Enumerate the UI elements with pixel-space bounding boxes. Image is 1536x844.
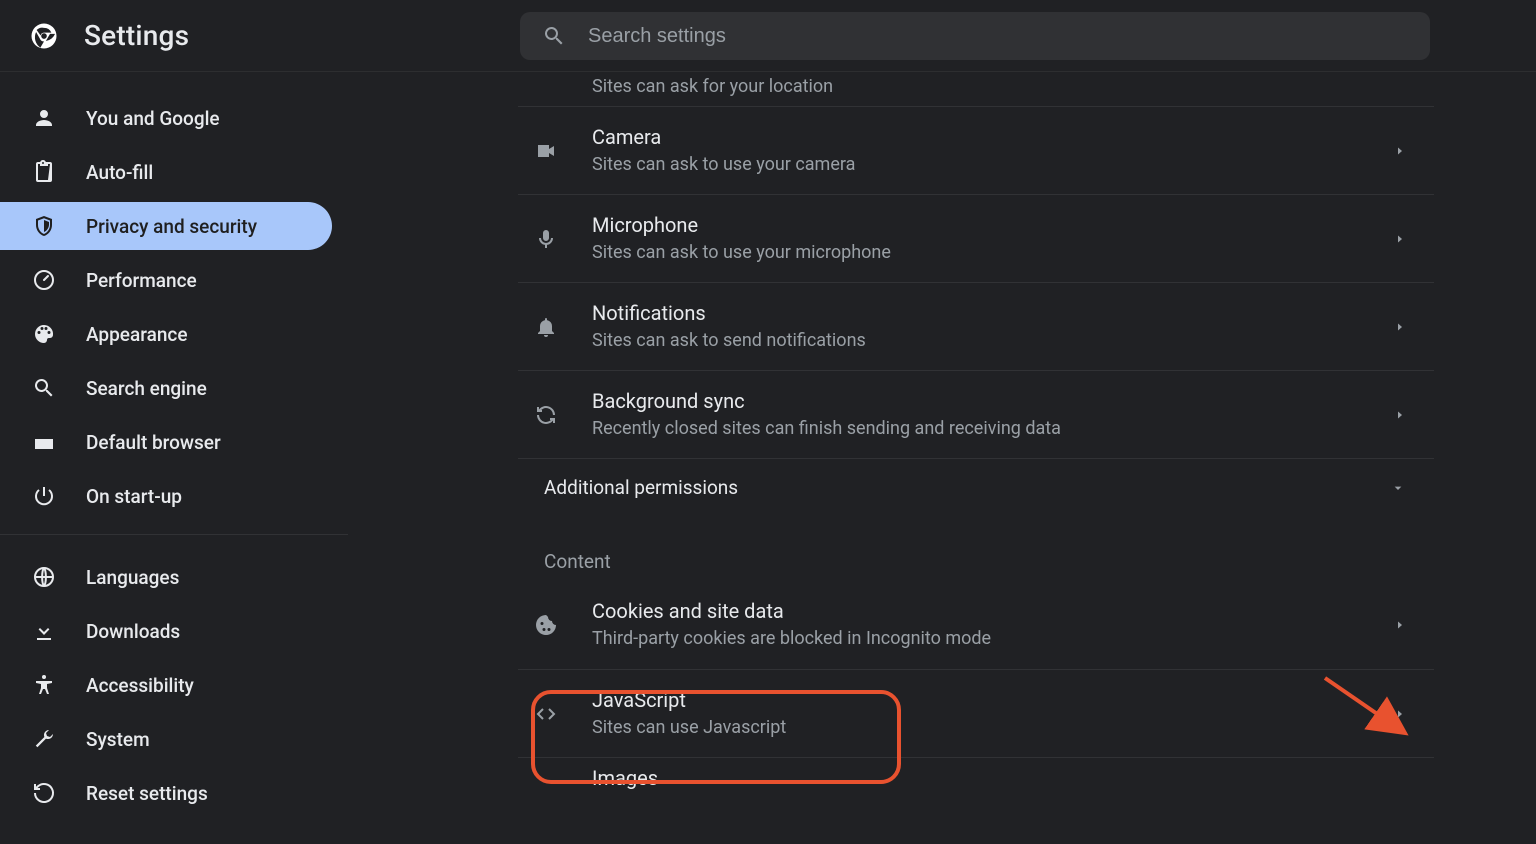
sidebar-item-label: Reset settings: [86, 782, 208, 805]
setting-title: Images: [592, 765, 1406, 791]
setting-subtitle: Recently closed sites can finish sending…: [592, 416, 1394, 442]
setting-title: JavaScript: [592, 687, 1394, 713]
person-icon: [32, 106, 56, 130]
setting-row-cookies[interactable]: Cookies and site data Third-party cookie…: [518, 581, 1434, 669]
sidebar-item-label: On start-up: [86, 485, 182, 508]
setting-row-microphone[interactable]: Microphone Sites can ask to use your mic…: [518, 194, 1434, 282]
setting-subtitle: Sites can ask to use your camera: [592, 152, 1394, 178]
chevron-right-icon: [1394, 145, 1406, 157]
setting-row-javascript[interactable]: JavaScript Sites can use Javascript: [518, 669, 1434, 757]
chevron-down-icon: [1390, 480, 1406, 496]
search-icon: [542, 24, 566, 48]
chrome-logo-icon: [28, 20, 60, 52]
sidebar-item-label: You and Google: [86, 107, 220, 130]
page-title: Settings: [84, 19, 189, 52]
expander-label: Additional permissions: [544, 476, 1390, 499]
sidebar-item-label: Languages: [86, 566, 179, 589]
setting-title: Camera: [592, 124, 1394, 150]
setting-subtitle: Sites can ask for your location: [592, 74, 1406, 100]
chevron-right-icon: [1394, 321, 1406, 333]
sidebar-item-label: Appearance: [86, 323, 188, 346]
location-icon: [534, 72, 558, 96]
additional-permissions-expander[interactable]: Additional permissions: [518, 458, 1434, 516]
setting-row-notifications[interactable]: Notifications Sites can ask to send noti…: [518, 282, 1434, 370]
setting-row-location[interactable]: Sites can ask for your location: [518, 72, 1434, 106]
sidebar-item-downloads[interactable]: Downloads: [0, 607, 348, 655]
shield-icon: [32, 214, 56, 238]
setting-title: Notifications: [592, 300, 1394, 326]
sidebar-item-label: Auto-fill: [86, 161, 153, 184]
sidebar-item-system[interactable]: System: [0, 715, 348, 763]
code-icon: [534, 702, 558, 726]
sidebar-item-appearance[interactable]: Appearance: [0, 310, 348, 358]
reset-icon: [32, 781, 56, 805]
setting-subtitle: Third-party cookies are blocked in Incog…: [592, 626, 1394, 652]
sidebar-item-you-and-google[interactable]: You and Google: [0, 94, 348, 142]
sidebar-item-default-browser[interactable]: Default browser: [0, 418, 348, 466]
chevron-right-icon: [1394, 619, 1406, 631]
setting-title: Microphone: [592, 212, 1394, 238]
sidebar-item-autofill[interactable]: Auto-fill: [0, 148, 348, 196]
search-icon: [32, 376, 56, 400]
chevron-right-icon: [1394, 233, 1406, 245]
accessibility-icon: [32, 673, 56, 697]
globe-icon: [32, 565, 56, 589]
wrench-icon: [32, 727, 56, 751]
sidebar: You and Google Auto-fill Privacy and sec…: [0, 72, 348, 844]
site-settings-panel: Sites can ask for your location Camera S…: [518, 72, 1434, 797]
sidebar-item-label: Accessibility: [86, 674, 194, 697]
sidebar-item-accessibility[interactable]: Accessibility: [0, 661, 348, 709]
sidebar-divider: [0, 534, 348, 535]
setting-title: Background sync: [592, 388, 1394, 414]
browser-icon: [32, 430, 56, 454]
sidebar-item-languages[interactable]: Languages: [0, 553, 348, 601]
content-section-heading: Content: [518, 516, 1434, 581]
setting-title: Cookies and site data: [592, 598, 1394, 624]
setting-row-camera[interactable]: Camera Sites can ask to use your camera: [518, 106, 1434, 194]
cookie-icon: [534, 613, 558, 637]
power-icon: [32, 484, 56, 508]
setting-row-background-sync[interactable]: Background sync Recently closed sites ca…: [518, 370, 1434, 458]
sidebar-item-label: Performance: [86, 269, 197, 292]
download-icon: [32, 619, 56, 643]
chevron-right-icon: [1394, 409, 1406, 421]
gauge-icon: [32, 268, 56, 292]
sidebar-item-on-startup[interactable]: On start-up: [0, 472, 348, 520]
sidebar-item-label: Privacy and security: [86, 215, 257, 238]
chevron-right-icon: [1394, 708, 1406, 720]
clipboard-icon: [32, 160, 56, 184]
setting-subtitle: Sites can use Javascript: [592, 715, 1394, 741]
setting-subtitle: Sites can ask to use your microphone: [592, 240, 1394, 266]
search-settings-input[interactable]: [588, 25, 1408, 48]
sidebar-item-performance[interactable]: Performance: [0, 256, 348, 304]
sidebar-item-label: Default browser: [86, 431, 221, 454]
setting-row-images[interactable]: Images: [518, 757, 1434, 797]
sync-icon: [534, 403, 558, 427]
search-settings-field[interactable]: [520, 12, 1430, 60]
sidebar-item-label: Downloads: [86, 620, 180, 643]
image-icon: [534, 766, 558, 790]
sidebar-item-privacy-security[interactable]: Privacy and security: [0, 202, 332, 250]
sidebar-item-search-engine[interactable]: Search engine: [0, 364, 348, 412]
sidebar-item-label: Search engine: [86, 377, 207, 400]
camera-icon: [534, 139, 558, 163]
palette-icon: [32, 322, 56, 346]
header: Settings: [0, 0, 1536, 72]
microphone-icon: [534, 227, 558, 251]
sidebar-item-reset-settings[interactable]: Reset settings: [0, 769, 348, 817]
bell-icon: [534, 315, 558, 339]
sidebar-item-label: System: [86, 728, 150, 751]
setting-subtitle: Sites can ask to send notifications: [592, 328, 1394, 354]
